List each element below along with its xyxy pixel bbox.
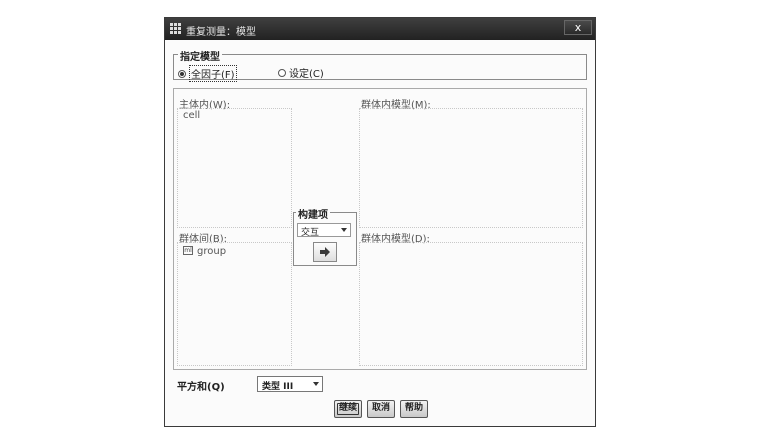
- custom-radio[interactable]: 设定(C): [278, 65, 324, 80]
- specify-model-legend: 指定模型: [178, 48, 222, 63]
- between-subjects-list[interactable]: [177, 242, 292, 366]
- between-model-list[interactable]: [359, 242, 583, 366]
- sum-of-squares-value: 类型 III: [262, 382, 294, 392]
- radio-unselected-icon: [278, 68, 286, 77]
- app-grid-icon: [170, 23, 181, 34]
- within-model-list[interactable]: [359, 108, 583, 228]
- window-title: 重复测量：模型: [186, 27, 256, 38]
- sum-of-squares-label: 平方和(Q): [177, 382, 225, 393]
- full-factorial-radio[interactable]: 全因子(F): [178, 65, 237, 82]
- build-term-type-select[interactable]: 交互: [297, 223, 351, 238]
- between-subjects-item[interactable]: group: [197, 246, 226, 257]
- help-button[interactable]: 帮助: [400, 400, 428, 418]
- custom-label: 设定(C): [289, 69, 324, 80]
- arrow-right-icon: [320, 247, 330, 257]
- build-term-type-value: 交互: [301, 228, 320, 238]
- help-label: 帮助: [404, 403, 423, 413]
- close-button[interactable]: x: [564, 20, 592, 35]
- within-subjects-item[interactable]: cell: [183, 110, 200, 121]
- continue-button[interactable]: 继续: [334, 400, 362, 418]
- nominal-variable-icon: ml: [183, 246, 193, 255]
- continue-label: 继续: [338, 403, 357, 413]
- build-term-legend: 构建项: [296, 206, 330, 221]
- move-right-button[interactable]: [313, 242, 337, 262]
- sum-of-squares-select[interactable]: 类型 III: [257, 376, 323, 392]
- title-bar[interactable]: 重复测量：模型 x: [165, 18, 595, 40]
- cancel-button[interactable]: 取消: [367, 400, 395, 418]
- model-dialog: 重复测量：模型 x 指定模型 全因子(F) 设定(C) 主体内(W): cell…: [164, 17, 596, 427]
- within-subjects-list[interactable]: [177, 108, 292, 228]
- full-factorial-label: 全因子(F): [189, 65, 237, 82]
- chevron-down-icon: [313, 382, 319, 386]
- cancel-label: 取消: [371, 403, 390, 413]
- chevron-down-icon: [341, 228, 347, 232]
- radio-selected-icon: [178, 69, 186, 78]
